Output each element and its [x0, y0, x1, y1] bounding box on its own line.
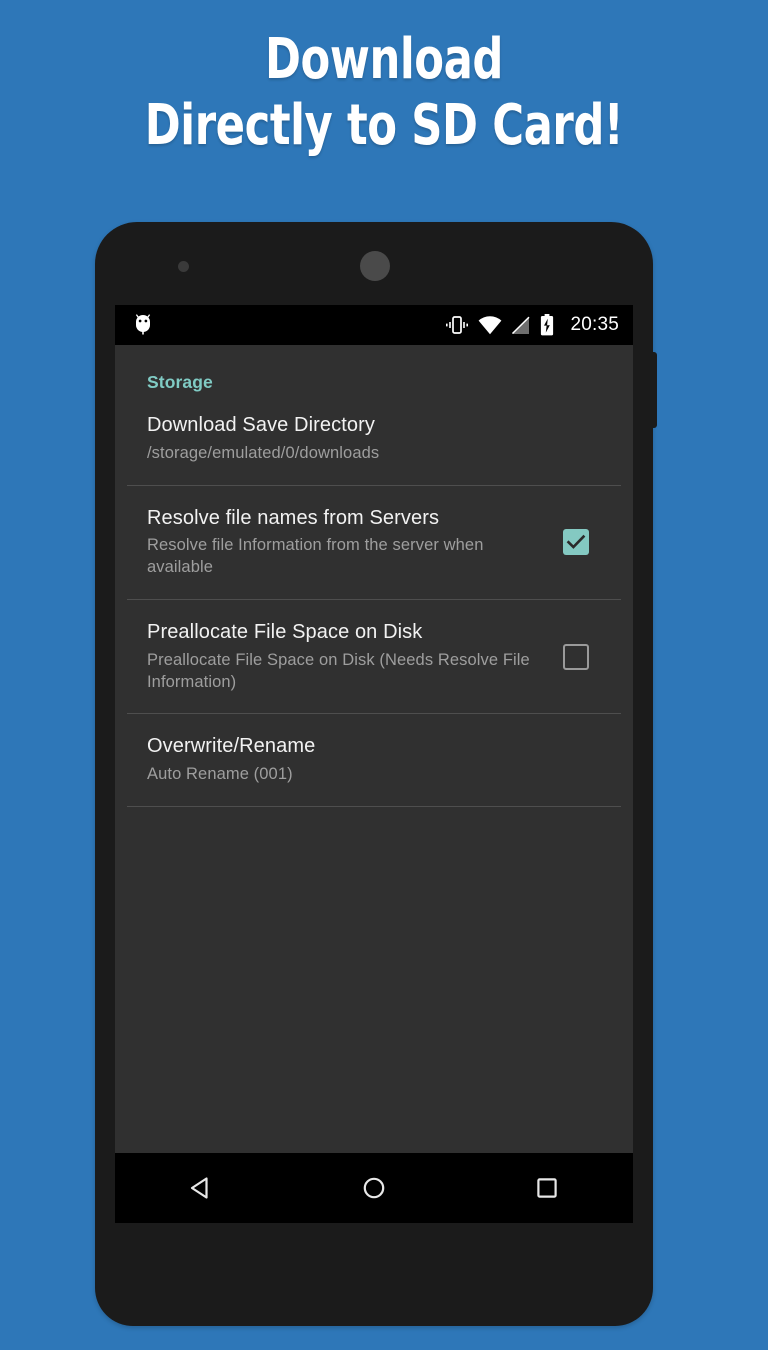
promo-headline: Download Directly to SD Card! — [0, 27, 768, 159]
promo-screenshot: Download Directly to SD Card! 20:35 Stor… — [0, 0, 768, 1350]
pref-overwrite-rename[interactable]: Overwrite/Rename Auto Rename (001) — [115, 714, 633, 806]
phone-screen: 20:35 Storage Download Save Directory /s… — [115, 305, 633, 1223]
proximity-sensor-icon — [178, 261, 189, 272]
recents-button[interactable] — [517, 1158, 577, 1218]
back-button[interactable] — [171, 1158, 231, 1218]
recents-square-icon — [536, 1178, 557, 1198]
pref-title: Download Save Directory — [147, 414, 375, 436]
pref-resolve-file-names[interactable]: Resolve file names from Servers Resolve … — [115, 486, 633, 599]
checkbox-resolve-file-names[interactable] — [563, 529, 589, 556]
pref-summary: Preallocate File Space on Disk (Needs Re… — [147, 650, 530, 691]
earpiece-speaker-icon — [360, 251, 390, 281]
home-button[interactable] — [344, 1158, 404, 1218]
navigation-bar — [115, 1153, 633, 1223]
back-triangle-icon — [191, 1177, 208, 1199]
android-droid-icon — [133, 313, 153, 337]
pref-summary: Resolve file Information from the server… — [147, 536, 484, 577]
pref-text: Overwrite/Rename Auto Rename (001) — [147, 734, 605, 786]
pref-title: Overwrite/Rename — [147, 735, 316, 758]
status-bar-left — [133, 313, 153, 337]
pref-title: Preallocate File Space on Disk — [147, 621, 423, 643]
home-circle-icon — [363, 1177, 385, 1199]
settings-list: Storage Download Save Directory /storage… — [115, 345, 633, 807]
divider — [127, 806, 621, 807]
status-bar-clock: 20:35 — [570, 314, 619, 335]
status-bar-right: 20:35 — [445, 314, 619, 336]
checkbox-preallocate-file-space[interactable] — [563, 643, 589, 670]
pref-text: Resolve file names from Servers Resolve … — [147, 506, 563, 579]
section-header-storage: Storage — [147, 372, 213, 392]
power-button[interactable] — [651, 352, 657, 428]
pref-text: Download Save Directory /storage/emulate… — [147, 413, 605, 465]
vibrate-icon — [445, 315, 469, 335]
checkmark-icon — [566, 535, 586, 550]
wifi-icon — [478, 315, 502, 335]
pref-summary: Auto Rename (001) — [147, 765, 293, 784]
battery-charging-icon — [540, 314, 554, 336]
no-sim-signal-icon — [511, 316, 531, 335]
headline-line-2: Directly to SD Card! — [144, 93, 624, 159]
pref-preallocate-file-space[interactable]: Preallocate File Space on Disk Prealloca… — [115, 600, 633, 713]
headline-line-1: Download — [264, 27, 504, 92]
pref-text: Preallocate File Space on Disk Prealloca… — [147, 620, 563, 693]
pref-download-save-directory[interactable]: Download Save Directory /storage/emulate… — [115, 393, 633, 485]
pref-title: Resolve file names from Servers — [147, 506, 440, 529]
status-bar: 20:35 — [115, 305, 633, 345]
pref-summary: /storage/emulated/0/downloads — [147, 443, 380, 462]
